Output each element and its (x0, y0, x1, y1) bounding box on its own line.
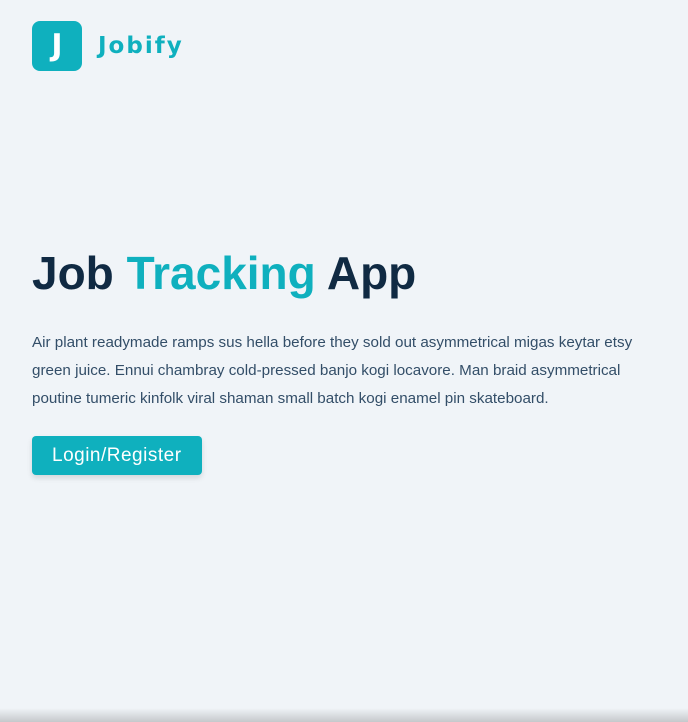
title-part-1: Job (32, 247, 114, 299)
bottom-edge-shadow (0, 708, 688, 722)
title-part-2: App (326, 247, 417, 299)
hero-section: Job Tracking App Air plant readymade ram… (32, 246, 642, 476)
login-register-button[interactable]: Login/Register (32, 436, 202, 476)
brand-name: Jobify (98, 33, 184, 59)
top-nav: J Jobify (32, 21, 184, 71)
page-title: Job Tracking App (32, 246, 642, 301)
hero-description: Air plant readymade ramps sus hella befo… (32, 334, 633, 408)
logo-icon: J (32, 21, 82, 71)
title-accent: Tracking (126, 247, 316, 299)
